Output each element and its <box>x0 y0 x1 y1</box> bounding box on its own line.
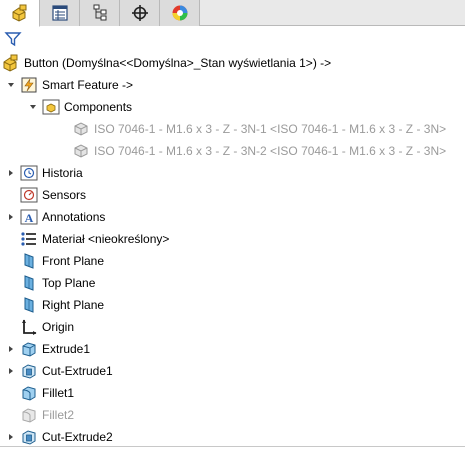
tree-item-fillet2[interactable]: Fillet2 <box>20 404 74 426</box>
tree-item-smart-feature[interactable]: Smart Feature -> <box>6 74 133 96</box>
featuremanager-tab[interactable] <box>0 0 40 27</box>
expand-arrow-icon[interactable] <box>6 366 16 376</box>
tree-item-label: Extrude1 <box>42 342 91 356</box>
tree-item-cut-extrude1[interactable]: Cut-Extrude1 <box>6 360 113 382</box>
sensors-icon <box>20 186 38 204</box>
filter-bar <box>0 27 465 51</box>
plane-icon <box>20 274 38 292</box>
appearance-sphere-icon <box>172 5 187 21</box>
material-icon <box>20 230 38 248</box>
cut-extrude-icon <box>20 428 38 446</box>
tree-item-label: Top Plane <box>42 276 96 290</box>
manager-tab-bar <box>0 0 465 27</box>
property-list-icon <box>51 5 68 21</box>
tree-item-label: Fillet1 <box>42 386 75 400</box>
tree-item-label: Cut-Extrude1 <box>42 364 113 378</box>
suppressed-component-icon <box>72 142 90 160</box>
history-icon <box>20 164 38 182</box>
panel-bottom-border <box>0 446 465 447</box>
tree-item-cut-extrude2[interactable]: Cut-Extrude2 <box>6 426 113 448</box>
tree-item-label: Smart Feature -> <box>42 78 134 92</box>
tree-item-label: Front Plane <box>42 254 105 268</box>
tree-item-label: Components <box>64 100 133 114</box>
tree-item-label: Fillet2 <box>42 408 75 422</box>
fillet-icon <box>20 384 38 402</box>
configuration-icon <box>93 4 106 21</box>
configurationmanager-tab[interactable] <box>80 0 120 26</box>
tree-item-extrude1[interactable]: Extrude1 <box>6 338 90 360</box>
tree-item-front-plane[interactable]: Front Plane <box>20 250 104 272</box>
tree-item-right-plane[interactable]: Right Plane <box>20 294 104 316</box>
smart-feature-icon <box>20 76 38 94</box>
tree-item-material[interactable]: Materiał <nieokreślony> <box>20 228 169 250</box>
tree-item-label: ISO 7046-1 - M1.6 x 3 - Z - 3N-1 <ISO 70… <box>94 122 447 136</box>
expand-arrow-icon[interactable] <box>6 212 16 222</box>
tree-item-components[interactable]: Components <box>28 96 132 118</box>
svg-text:A: A <box>25 211 34 225</box>
plane-icon <box>20 296 38 314</box>
tree-item-sensors[interactable]: Sensors <box>20 184 86 206</box>
tree-item-annotations[interactable]: A Annotations <box>6 206 105 228</box>
suppressed-component-icon <box>72 120 90 138</box>
annotations-icon: A <box>20 208 38 226</box>
crosshair-icon <box>131 5 148 21</box>
tree-item-label: ISO 7046-1 - M1.6 x 3 - Z - 3N-2 <ISO 70… <box>94 144 447 158</box>
components-folder-icon <box>42 98 60 116</box>
expand-arrow-icon[interactable] <box>6 432 16 442</box>
tree-item-label: Annotations <box>42 210 106 224</box>
tree-item-label: Historia <box>42 166 83 180</box>
tree-item-label: Cut-Extrude2 <box>42 430 113 444</box>
collapse-arrow-icon[interactable] <box>6 80 16 90</box>
collapse-arrow-icon[interactable] <box>28 102 38 112</box>
tree-item-origin[interactable]: Origin <box>20 316 74 338</box>
extrude-icon <box>20 340 38 358</box>
tree-item-label: Right Plane <box>42 298 105 312</box>
tree-item-root[interactable]: Button (Domyślna<<Domyślna>_Stan wyświet… <box>2 52 331 74</box>
cut-extrude-icon <box>20 362 38 380</box>
origin-icon <box>20 318 38 336</box>
propertymanager-tab[interactable] <box>40 0 80 26</box>
part-tree-icon <box>12 4 26 22</box>
tree-item-label: Sensors <box>42 188 87 202</box>
tree-item-label: Button (Domyślna<<Domyślna>_Stan wyświet… <box>24 56 332 70</box>
tree-item-iso-component-2[interactable]: ISO 7046-1 - M1.6 x 3 - Z - 3N-2 <ISO 70… <box>72 140 446 162</box>
part-icon <box>2 54 20 72</box>
tree-item-historia[interactable]: Historia <box>6 162 83 184</box>
fillet-suppressed-icon <box>20 406 38 424</box>
tree-item-label: Materiał <nieokreślony> <box>42 232 170 246</box>
displaymanager-tab[interactable] <box>160 0 200 26</box>
expand-arrow-icon[interactable] <box>6 168 16 178</box>
tree-item-iso-component-1[interactable]: ISO 7046-1 - M1.6 x 3 - Z - 3N-1 <ISO 70… <box>72 118 446 140</box>
tree-item-fillet1[interactable]: Fillet1 <box>20 382 74 404</box>
expand-arrow-icon[interactable] <box>6 344 16 354</box>
dimxpert-tab[interactable] <box>120 0 160 26</box>
plane-icon <box>20 252 38 270</box>
tree-item-top-plane[interactable]: Top Plane <box>20 272 95 294</box>
filter-icon[interactable] <box>4 30 22 48</box>
tree-item-label: Origin <box>42 320 75 334</box>
